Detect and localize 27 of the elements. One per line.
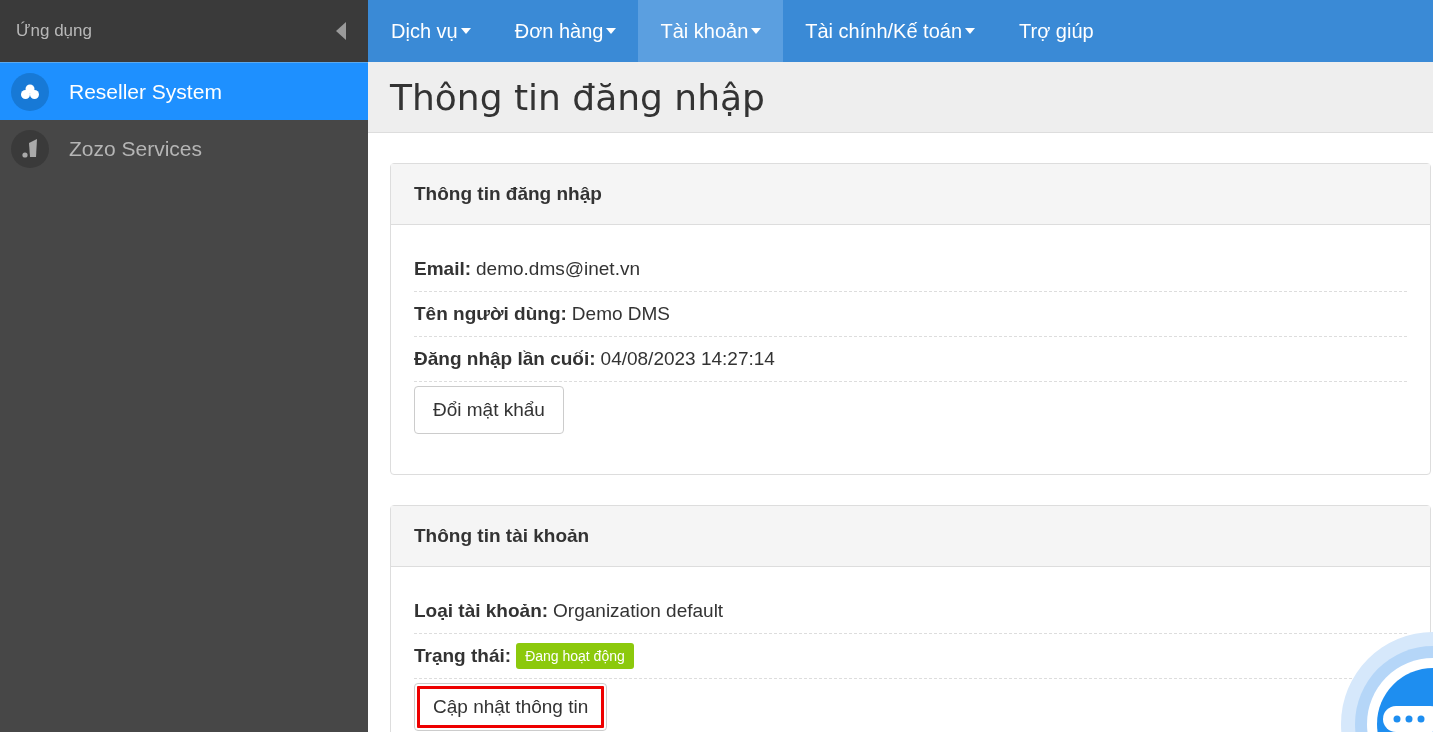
action-button[interactable]: Đổi mật khẩu bbox=[414, 386, 564, 434]
field-label: Tên người dùng: bbox=[414, 303, 567, 325]
field-value: Demo DMS bbox=[571, 303, 671, 325]
nav-menu-item[interactable]: Đơn hàng bbox=[492, 0, 639, 62]
nav-menu-item[interactable]: Dịch vụ bbox=[369, 0, 493, 62]
sidebar-item[interactable]: Zozo Services bbox=[0, 120, 368, 177]
panel-title: Thông tin đăng nhập bbox=[414, 183, 602, 205]
field-label: Đăng nhập lần cuối: bbox=[414, 348, 596, 370]
collapse-icon[interactable] bbox=[336, 22, 346, 40]
field-value: Organization default bbox=[553, 600, 724, 622]
status-badge: Đang hoạt động bbox=[516, 643, 634, 669]
nav-menu-item[interactable]: Tài chính/Kế toán bbox=[783, 0, 998, 62]
panel-title: Thông tin tài khoản bbox=[414, 525, 590, 547]
action-button[interactable]: Cập nhật thông tin bbox=[414, 683, 608, 731]
app-icon bbox=[11, 72, 49, 111]
sidebar-title: Ứng dụng bbox=[16, 21, 92, 41]
nav-menu-item[interactable]: Tài khoản bbox=[638, 0, 784, 62]
nav-menu-item[interactable]: Trợ giúp bbox=[997, 0, 1116, 62]
field-label: Email: bbox=[414, 258, 472, 280]
field-label: Loại tài khoản: bbox=[414, 600, 549, 622]
app-icon bbox=[11, 129, 49, 168]
field-label: Trạng thái: bbox=[414, 645, 512, 667]
chat-icon[interactable] bbox=[1341, 632, 1433, 732]
field-value: 04/08/2023 14:27:14 bbox=[600, 348, 775, 370]
field-value: demo.dms@inet.vn bbox=[476, 258, 640, 280]
sidebar-item[interactable]: Reseller System bbox=[0, 63, 368, 120]
page-title: Thông tin đăng nhập bbox=[390, 76, 765, 118]
